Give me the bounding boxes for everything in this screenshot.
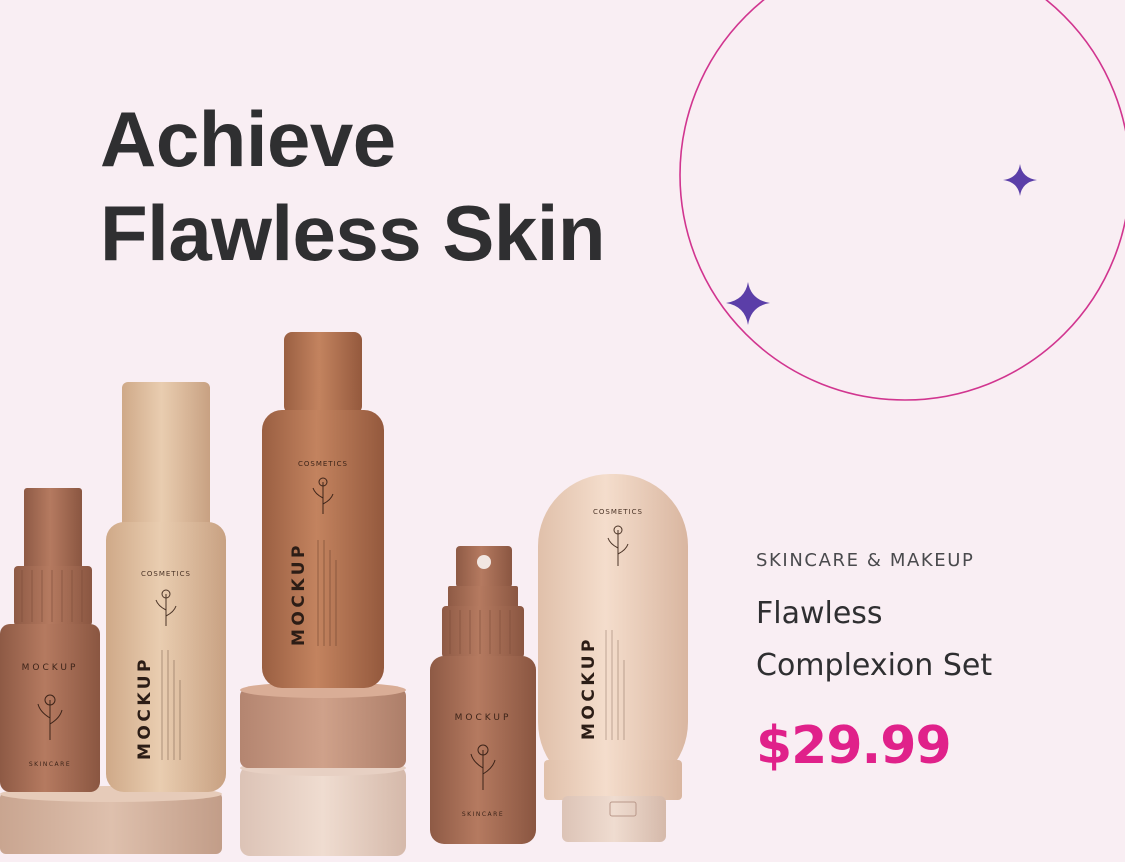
product-name-line-1: Flawless (756, 596, 883, 631)
bottle-label-text: COSMETICS (141, 570, 191, 578)
product-info: SKINCARE & MAKEUP Flawless Complexion Se… (756, 548, 1116, 776)
ring-stand (240, 682, 406, 856)
decorative-circle-outline (679, 0, 1125, 401)
product-category: SKINCARE & MAKEUP (756, 550, 975, 571)
tall-sand-bottle: COSMETICS MOCKUP (106, 382, 226, 792)
bottle-brand-text: MOCKUP (22, 663, 79, 673)
sparkle-icon-small (1003, 164, 1037, 196)
bottle-label-text: COSMETICS (298, 460, 348, 468)
bottle-brand-text: MOCKUP (289, 542, 309, 646)
product-name: Flawless Complexion Set (756, 588, 1116, 692)
bottle-brand-text: MOCKUP (455, 713, 512, 723)
dropper-bottle-left: MOCKUP SKINCARE (0, 488, 100, 792)
bottle-sub-label: SKINCARE (29, 761, 71, 768)
spray-bottle-small: MOCKUP SKINCARE (430, 546, 536, 844)
product-group-image: MOCKUP SKINCARE COSMETICS MOCKUP COSMETI… (0, 332, 688, 856)
cream-squeeze-tube: COSMETICS MOCKUP (538, 474, 688, 842)
bottle-sub-label: SKINCARE (462, 811, 504, 818)
product-name-line-2: Complexion Set (756, 648, 993, 683)
product-price: $29.99 (756, 716, 952, 776)
tall-clay-bottle: COSMETICS MOCKUP (262, 332, 384, 688)
base-plate (0, 786, 222, 854)
bottle-brand-text: MOCKUP (135, 656, 155, 760)
product-banner: Achieve Flawless Skin MOCKUP SKINCARE CO… (0, 0, 1125, 862)
bottle-label-text: COSMETICS (593, 508, 643, 516)
bottle-brand-text: MOCKUP (579, 636, 599, 740)
